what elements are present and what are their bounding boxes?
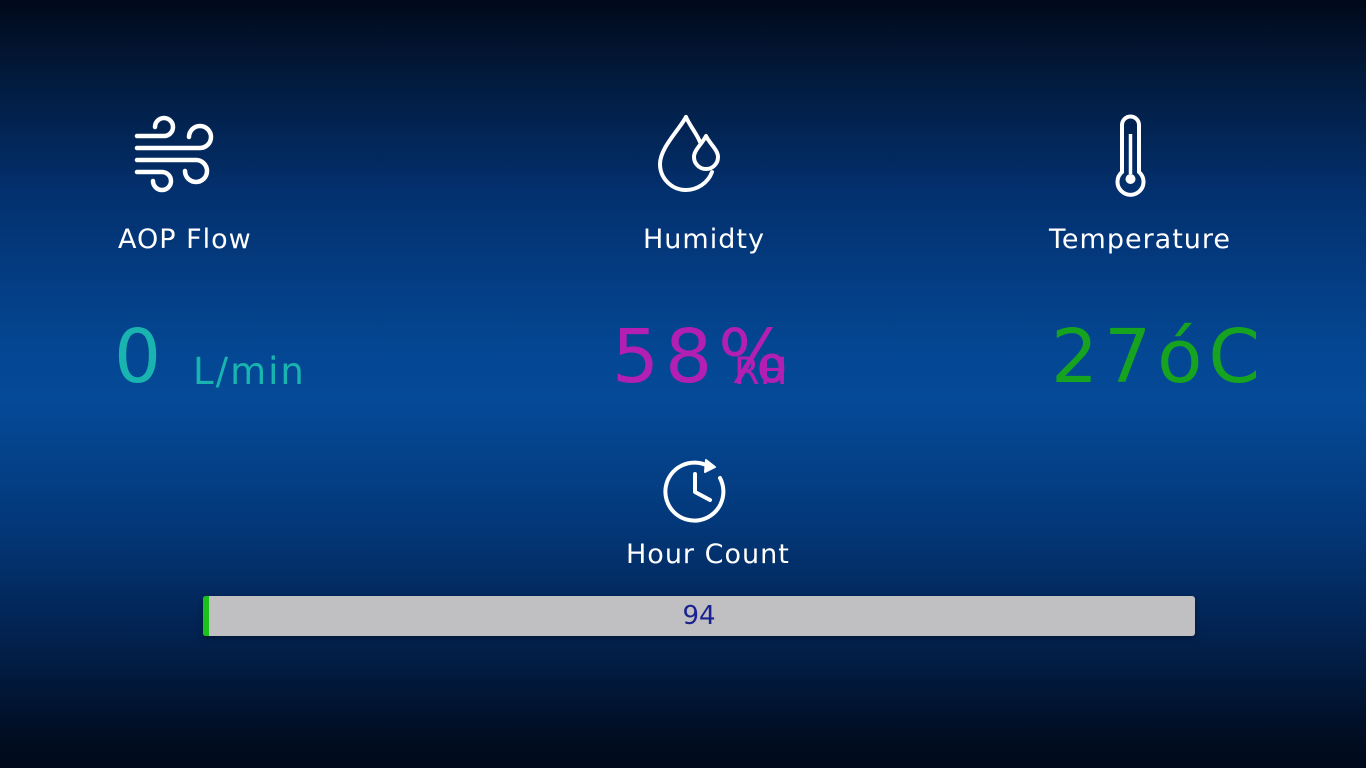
aop-flow-label: AOP Flow <box>118 224 252 255</box>
temperature-value: 27óC <box>1051 314 1267 400</box>
humidity-unit: RH <box>734 350 788 393</box>
humidity-label: Humidty <box>643 224 765 255</box>
aop-flow-value: 0 <box>114 314 166 400</box>
hour-count-value: 94 <box>682 601 716 631</box>
wind-icon <box>134 114 216 193</box>
aop-flow-unit: L/min <box>193 350 306 393</box>
hour-count-label: Hour Count <box>626 539 790 570</box>
hour-count-progress-bar: 94 <box>203 596 1195 636</box>
water-drops-icon <box>657 114 720 192</box>
clock-refresh-icon <box>662 458 728 524</box>
thermometer-icon <box>1114 114 1148 197</box>
temperature-label: Temperature <box>1049 224 1232 255</box>
